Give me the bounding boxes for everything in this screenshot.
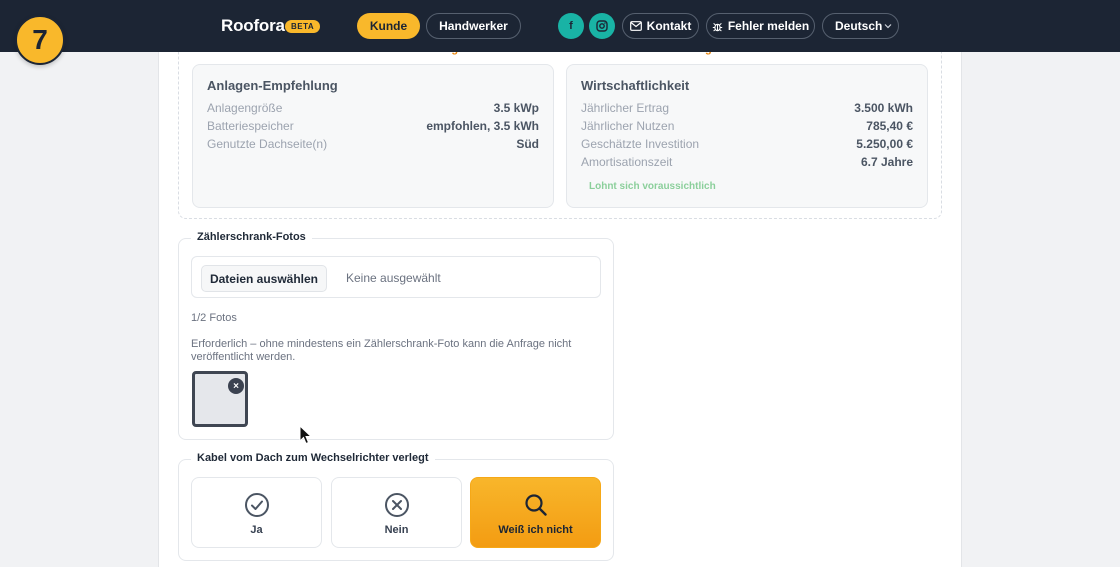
remove-photo-button[interactable]: × xyxy=(228,378,244,394)
top-navbar: Roofora BETA Kunde Handwerker f Kontakt … xyxy=(0,0,1120,52)
anlagen-empfehlung-title: Anlagen-Empfehlung xyxy=(207,78,338,93)
chevron-down-icon xyxy=(884,24,892,29)
rec-row: Anlagengröße 3.5 kWp xyxy=(207,101,539,117)
econ-row: Geschätzte Investition 5.250,00 € xyxy=(581,137,913,153)
search-icon xyxy=(524,494,547,516)
cable-legend: Kabel vom Dach zum Wechselrichter verleg… xyxy=(191,452,435,464)
option-weiss-nicht-label: Weiß ich nicht xyxy=(498,524,573,536)
brand-logo[interactable]: Roofora xyxy=(221,16,285,36)
check-circle-icon xyxy=(244,493,269,517)
rec-row-value: Süd xyxy=(516,137,539,151)
step-badge: 7 xyxy=(15,15,65,65)
econ-row-label: Amortisationszeit xyxy=(581,155,673,169)
option-ja-label: Ja xyxy=(250,524,263,536)
econ-row-value: 3.500 kWh xyxy=(854,101,913,115)
x-circle-icon xyxy=(384,493,409,517)
option-weiss-nicht-button[interactable]: Weiß ich nicht xyxy=(470,477,601,548)
option-nein-button[interactable]: Nein xyxy=(331,477,462,548)
rec-row-label: Batteriespeicher xyxy=(207,119,294,133)
econ-row-label: Geschätzte Investition xyxy=(581,137,700,151)
photo-count: 1/2 Fotos xyxy=(191,312,237,324)
file-input[interactable]: Dateien auswählen Keine ausgewählt xyxy=(191,256,601,298)
rec-row-label: Anlagengröße xyxy=(207,101,283,115)
instagram-icon xyxy=(596,20,608,32)
profitability-badge: Lohnt sich voraussichtlich xyxy=(589,181,716,192)
econ-row-value: 5.250,00 € xyxy=(856,137,913,151)
zaehlerschrank-fotos-fieldset: Zählerschrank-Fotos Dateien auswählen Ke… xyxy=(178,231,614,440)
facebook-icon: f xyxy=(569,20,573,32)
rec-row: Genutzte Dachseite(n) Süd xyxy=(207,137,539,153)
language-value: Deutsch xyxy=(835,19,883,33)
kontakt-label: Kontakt xyxy=(646,19,692,33)
fehler-melden-label: Fehler melden xyxy=(727,19,810,33)
bug-icon xyxy=(712,22,723,31)
language-select[interactable]: Deutsch xyxy=(822,13,899,39)
econ-row-label: Jährlicher Ertrag xyxy=(581,101,670,115)
option-ja-button[interactable]: Ja xyxy=(191,477,322,548)
kabel-fieldset: Kabel vom Dach zum Wechselrichter verleg… xyxy=(178,452,614,561)
rec-row-value: 3.5 kWp xyxy=(493,101,539,115)
econ-row-value: 6.7 Jahre xyxy=(860,155,913,169)
econ-row: Amortisationszeit 6.7 Jahre xyxy=(581,155,913,171)
close-icon: × xyxy=(233,380,239,392)
facebook-button[interactable]: f xyxy=(558,13,584,39)
econ-row: Jährlicher Ertrag 3.500 kWh xyxy=(581,101,913,117)
option-nein-label: Nein xyxy=(384,524,409,536)
file-status: Keine ausgewählt xyxy=(346,271,441,285)
rec-row-value: empfohlen, 3.5 kWh xyxy=(426,119,539,133)
econ-row-value: 785,40 € xyxy=(866,119,913,133)
photos-legend: Zählerschrank-Fotos xyxy=(191,231,312,243)
econ-row: Jährlicher Nutzen 785,40 € xyxy=(581,119,913,135)
mail-icon xyxy=(629,21,642,31)
kontakt-button[interactable]: Kontakt xyxy=(622,13,699,39)
mouse-cursor-icon xyxy=(299,425,313,445)
choose-files-button[interactable]: Dateien auswählen xyxy=(201,265,327,292)
wirtschaftlichkeit-card: Wirtschaftlichkeit Jährlicher Ertrag 3.5… xyxy=(566,64,928,208)
rec-row-label: Genutzte Dachseite(n) xyxy=(207,137,328,151)
econ-row-label: Jährlicher Nutzen xyxy=(581,119,675,133)
nav-kunde-button[interactable]: Kunde xyxy=(357,13,420,39)
photo-requirement-hint: Erforderlich – ohne mindestens ein Zähle… xyxy=(191,338,572,363)
rec-row: Batteriespeicher empfohlen, 3.5 kWh xyxy=(207,119,539,135)
wirtschaftlichkeit-title: Wirtschaftlichkeit xyxy=(581,78,690,93)
instagram-button[interactable] xyxy=(589,13,615,39)
anlagen-empfehlung-card: Anlagen-Empfehlung Anlagengröße 3.5 kWp … xyxy=(192,64,554,208)
beta-badge: BETA xyxy=(285,20,321,33)
fehler-melden-button[interactable]: Fehler melden xyxy=(706,13,815,39)
nav-handwerker-button[interactable]: Handwerker xyxy=(426,13,521,39)
